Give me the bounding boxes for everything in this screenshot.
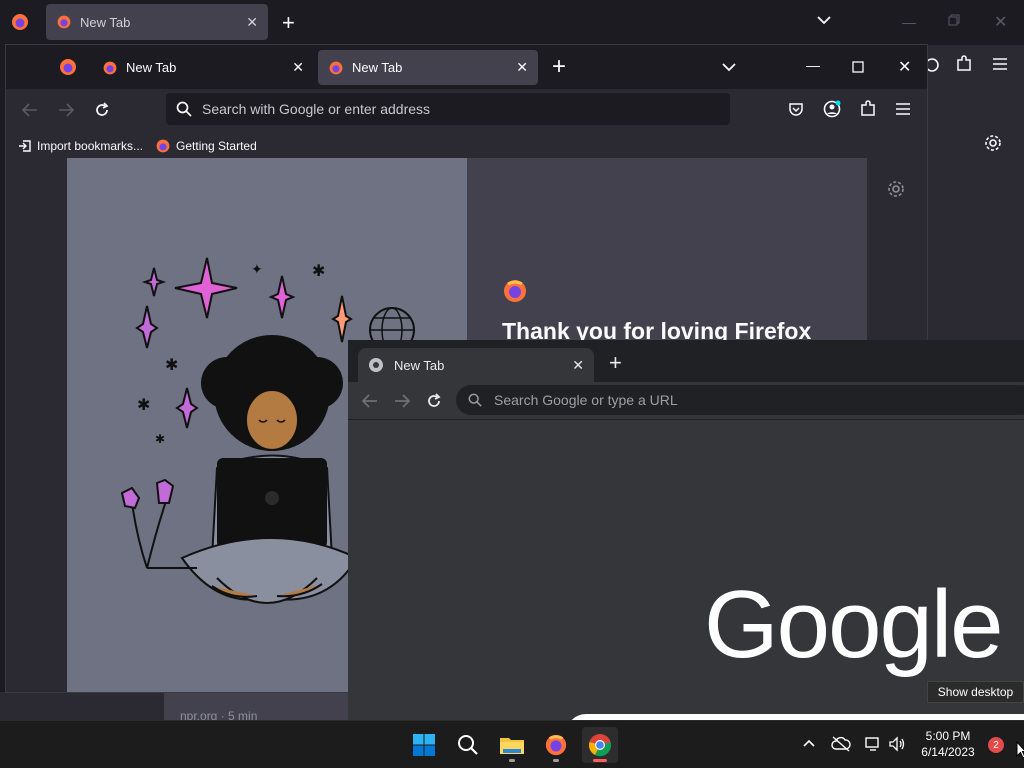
forward-arrow-icon[interactable] — [394, 394, 410, 408]
chrome-tab-icon — [369, 358, 383, 372]
bookmarks-toolbar: Import bookmarks... Getting Started — [6, 133, 927, 158]
chevron-up-icon[interactable] — [802, 738, 816, 748]
minimize-button[interactable]: — — [806, 57, 820, 73]
reload-icon[interactable] — [426, 393, 442, 409]
account-icon[interactable] — [928, 55, 942, 75]
chrome-newtab-content: Google — [348, 420, 1024, 734]
omnibox-placeholder: Search Google or type a URL — [494, 392, 678, 408]
windows-taskbar: 5:00 PM 6/14/2023 2 — [0, 720, 1024, 768]
volume-icon[interactable] — [888, 736, 906, 752]
menu-icon[interactable] — [992, 57, 1008, 71]
firefox-icon[interactable] — [10, 12, 30, 32]
minimize-button[interactable]: — — [902, 14, 916, 30]
address-bar-placeholder: Search with Google or enter address — [202, 101, 431, 117]
maximize-button[interactable] — [852, 61, 864, 73]
bookmark-label: Getting Started — [176, 138, 257, 153]
new-tab-button[interactable]: + — [282, 10, 295, 36]
gear-icon[interactable] — [887, 180, 905, 198]
close-icon[interactable]: ✕ — [516, 59, 528, 76]
firefox-logo-icon — [502, 278, 528, 304]
background-tab[interactable]: New Tab ✕ — [46, 4, 268, 40]
firefox-nav-toolbar: Search with Google or enter address — [6, 89, 927, 133]
firefox-tab-icon — [329, 61, 343, 74]
active-indicator — [593, 759, 607, 762]
svg-text:✦: ✦ — [251, 261, 263, 277]
close-icon[interactable]: ✕ — [246, 14, 258, 31]
tab-label: New Tab — [126, 60, 177, 75]
list-tabs-button[interactable] — [816, 14, 832, 26]
firefox-icon — [156, 139, 170, 152]
account-icon[interactable] — [823, 100, 841, 118]
running-indicator — [509, 759, 515, 762]
restore-button[interactable] — [948, 14, 960, 26]
menu-icon[interactable] — [895, 102, 911, 116]
import-bookmarks-button[interactable]: Import bookmarks... — [18, 139, 143, 153]
network-icon[interactable] — [864, 736, 882, 752]
bookmark-label: Import bookmarks... — [37, 138, 144, 153]
back-arrow-icon[interactable] — [22, 103, 38, 117]
search-icon — [176, 101, 192, 117]
svg-text:✱: ✱ — [155, 432, 165, 446]
background-tab-bar: New Tab ✕ + — ✕ — [0, 0, 1024, 45]
pocket-icon[interactable] — [788, 101, 804, 117]
background-toolbar — [928, 45, 1024, 112]
svg-text:✱: ✱ — [165, 357, 178, 374]
firefox-tab-2-active[interactable]: New Tab ✕ — [318, 50, 538, 85]
new-tab-button[interactable]: + — [552, 53, 566, 81]
search-icon — [468, 393, 482, 407]
show-desktop-tooltip: Show desktop — [927, 681, 1024, 703]
chrome-taskbar-icon[interactable] — [582, 727, 618, 763]
extensions-icon[interactable] — [859, 100, 877, 118]
address-bar[interactable]: Search with Google or enter address — [166, 93, 730, 125]
tab-label: New Tab — [352, 60, 403, 75]
welcome-panel: Thank you for loving Firefox — [467, 158, 867, 344]
notification-badge[interactable]: 2 — [988, 737, 1004, 753]
clock-date: 6/14/2023 — [921, 745, 975, 759]
system-clock[interactable]: 5:00 PM 6/14/2023 — [912, 728, 984, 760]
chrome-tab-active[interactable]: New Tab ✕ — [358, 348, 594, 382]
chrome-tab-label: New Tab — [394, 357, 445, 373]
search-icon[interactable] — [450, 727, 486, 763]
back-arrow-icon[interactable] — [362, 394, 378, 408]
file-explorer-icon[interactable] — [494, 727, 530, 763]
close-icon[interactable]: ✕ — [572, 357, 584, 374]
import-icon — [19, 139, 31, 152]
firefox-icon[interactable] — [58, 57, 78, 77]
firefox-tab-icon — [57, 15, 71, 29]
firefox-tab-icon — [103, 61, 117, 74]
chrome-window: New Tab ✕ + Search Google or type a URL … — [348, 340, 1024, 734]
list-tabs-button[interactable] — [721, 61, 737, 73]
extensions-icon[interactable] — [955, 55, 973, 73]
firefox-tab-1[interactable]: New Tab ✕ — [92, 50, 314, 85]
background-tab-label: New Tab — [80, 14, 131, 30]
getting-started-bookmark[interactable]: Getting Started — [155, 138, 257, 154]
forward-arrow-icon[interactable] — [58, 103, 74, 117]
omnibox[interactable]: Search Google or type a URL — [456, 385, 1024, 415]
new-tab-button[interactable]: + — [609, 350, 622, 376]
chrome-toolbar: Search Google or type a URL — [348, 382, 1024, 420]
firefox-taskbar-icon[interactable] — [538, 727, 574, 763]
close-icon[interactable]: ✕ — [292, 59, 304, 76]
running-indicator — [553, 759, 559, 762]
mouse-cursor-icon — [1016, 741, 1024, 759]
reload-icon[interactable] — [94, 102, 110, 118]
firefox-tab-bar: New Tab ✕ New Tab ✕ + — ✕ — [6, 45, 927, 89]
svg-text:✱: ✱ — [312, 263, 325, 280]
windows-start-icon[interactable] — [406, 727, 442, 763]
close-window-button[interactable]: ✕ — [898, 57, 911, 77]
svg-text:✱: ✱ — [137, 397, 150, 414]
chrome-tab-bar: New Tab ✕ + — [348, 340, 1024, 382]
gear-icon[interactable] — [984, 134, 1002, 152]
cloud-offline-icon[interactable] — [831, 736, 851, 752]
google-logo: Google — [704, 571, 1004, 678]
close-window-button[interactable]: ✕ — [994, 12, 1007, 32]
clock-time: 5:00 PM — [925, 729, 971, 743]
